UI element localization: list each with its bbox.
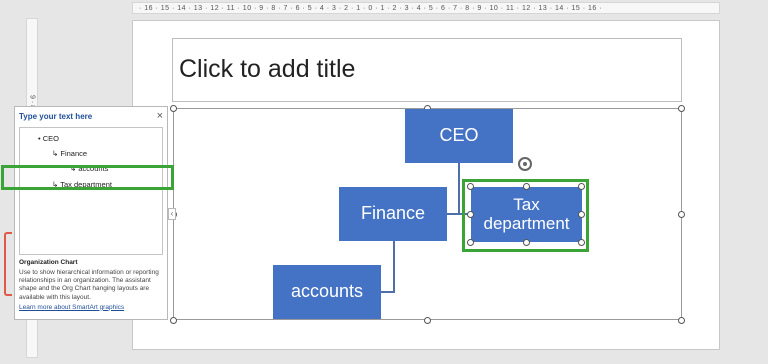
connector-to-accounts bbox=[381, 291, 394, 293]
org-node-finance[interactable]: Finance bbox=[339, 187, 447, 241]
text-item-ceo[interactable]: • CEO bbox=[38, 134, 59, 143]
title-placeholder[interactable]: Click to add title bbox=[172, 38, 682, 102]
frame-handle-mr[interactable] bbox=[678, 211, 685, 218]
frame-handle-tr[interactable] bbox=[678, 105, 685, 112]
description-title: Organization Chart bbox=[19, 259, 78, 266]
red-marker bbox=[4, 232, 12, 296]
highlight-tax-row bbox=[1, 165, 174, 190]
highlight-tax-node bbox=[462, 179, 589, 252]
rotate-handle-icon[interactable] bbox=[518, 157, 532, 171]
frame-handle-bm[interactable] bbox=[424, 317, 431, 324]
description-text: Use to show hierarchical information or … bbox=[19, 269, 159, 301]
frame-handle-bl[interactable] bbox=[170, 317, 177, 324]
bullet-icon: • bbox=[38, 134, 41, 143]
smartart-text-pane: Type your text here × • CEO ↳ Finance ↳ … bbox=[14, 106, 168, 320]
text-entry-area[interactable]: • CEO ↳ Finance ↳ accounts ↳ Tax departm… bbox=[19, 127, 163, 255]
sub-arrow-icon: ↳ bbox=[52, 149, 59, 158]
org-node-ceo[interactable]: CEO bbox=[405, 109, 513, 163]
frame-handle-tl[interactable] bbox=[170, 105, 177, 112]
org-node-accounts[interactable]: accounts bbox=[273, 265, 381, 319]
pane-description: Organization Chart Use to show hierarchi… bbox=[19, 259, 165, 312]
pane-header: Type your text here × bbox=[15, 107, 167, 125]
connector-finance-down bbox=[393, 241, 395, 293]
pane-expander-icon[interactable]: ‹ bbox=[168, 208, 176, 220]
connector-ceo-down bbox=[458, 163, 460, 215]
horizontal-ruler: · 16 · 15 · 14 · 13 · 12 · 11 · 10 · 9 ·… bbox=[132, 2, 720, 14]
close-icon[interactable]: × bbox=[157, 110, 163, 122]
connector-to-finance bbox=[447, 213, 459, 215]
learn-more-link[interactable]: Learn more about SmartArt graphics bbox=[19, 304, 165, 312]
text-item-label: CEO bbox=[42, 134, 59, 143]
text-item-finance[interactable]: ↳ Finance bbox=[52, 149, 87, 158]
pane-title: Type your text here bbox=[19, 111, 93, 121]
text-item-label: Finance bbox=[60, 149, 88, 158]
frame-handle-br[interactable] bbox=[678, 317, 685, 324]
